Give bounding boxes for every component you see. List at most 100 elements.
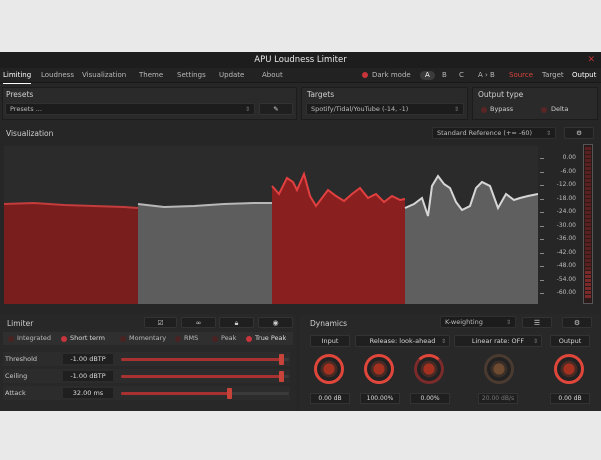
menu-item-loudness[interactable]: Loudness <box>41 68 74 83</box>
view-output[interactable]: Output <box>572 68 596 83</box>
scale-label: -42.00 <box>556 249 576 256</box>
ceiling-slider-handle[interactable] <box>278 371 284 382</box>
reference-value: Standard Reference (+= -60) <box>437 129 533 137</box>
mode-radio-short-term[interactable] <box>61 335 67 342</box>
view-source[interactable]: Source <box>509 68 533 83</box>
reference-dropdown[interactable]: Standard Reference (+= -60) ⇕ <box>432 127 556 139</box>
attack-slider-handle[interactable] <box>226 388 232 399</box>
meter-segment <box>585 207 591 210</box>
dynamics-title: Dynamics <box>310 319 347 328</box>
mode-radio-true-peak[interactable] <box>246 335 252 342</box>
threshold-value[interactable]: -1.00 dBTP <box>63 354 113 364</box>
ab-button-b[interactable]: B <box>442 68 447 83</box>
attack-row: Attack 32.00 ms <box>3 386 290 400</box>
dynamics-section: Dynamics K-weighting ⇕ ☰ ⚙ Input Release:… <box>300 314 600 411</box>
mode-short-term[interactable]: Short term <box>70 333 105 344</box>
menu-item-theme[interactable]: Theme <box>139 68 163 83</box>
mode-radio-rms[interactable] <box>175 335 181 342</box>
menu-item-visualization[interactable]: Visualization <box>82 68 126 83</box>
linear-rate-value[interactable]: 20.00 dB/s <box>478 393 518 404</box>
meter-segment <box>585 175 591 178</box>
output-type-title: Output type <box>478 90 524 99</box>
mode-radio-peak[interactable] <box>212 335 218 342</box>
mode-radio-integrated[interactable] <box>8 335 14 342</box>
targets-title: Targets <box>307 90 335 99</box>
attack-slider[interactable] <box>121 388 289 399</box>
edit-preset-button[interactable]: ✎ <box>259 103 293 115</box>
bypass-label: Bypass <box>490 105 514 113</box>
close-icon[interactable]: ✕ <box>587 52 595 68</box>
scale-label: -12.00 <box>556 181 576 188</box>
weighting-dropdown[interactable]: K-weighting ⇕ <box>440 316 516 328</box>
input-header-label: Input <box>321 337 339 345</box>
ceiling-value[interactable]: -1.00 dBTP <box>63 371 113 381</box>
link-icon: ∞ <box>195 319 202 327</box>
ceiling-label: Ceiling <box>5 372 28 380</box>
mix-value[interactable]: 0.00% <box>410 393 450 404</box>
mode-true-peak[interactable]: True Peak <box>255 333 286 344</box>
input-value[interactable]: 0.00 dB <box>310 393 350 404</box>
bypass-radio[interactable] <box>481 107 487 113</box>
output-value[interactable]: 0.00 dB <box>550 393 590 404</box>
loudness-graph-svg <box>3 171 539 304</box>
checkbox-icon: ☑ <box>157 319 164 327</box>
ab-copy-button[interactable]: A › B <box>478 68 495 83</box>
view-target[interactable]: Target <box>542 68 564 83</box>
mode-radio-momentary[interactable] <box>120 335 126 342</box>
attack-value[interactable]: 32.00 ms <box>63 388 113 398</box>
meter-segment <box>585 275 591 278</box>
db-scale: 0.00 -6.00 -12.00 -18.00 -24.00 -30.00 -… <box>540 146 580 304</box>
release-knob[interactable] <box>364 354 394 384</box>
menu-item-settings[interactable]: Settings <box>177 68 206 83</box>
meter-segment <box>585 239 591 242</box>
limiter-link-button[interactable]: ∞ <box>181 317 216 328</box>
targets-dropdown[interactable]: Spotify/Tidal/YouTube (-14, -1) ⇕ <box>306 103 464 115</box>
presets-dropdown[interactable]: Presets ... ⇕ <box>5 103 255 115</box>
updown-icon: ⇕ <box>505 319 511 326</box>
meter-segment <box>585 155 591 158</box>
limiter-lock-button[interactable]: 🔒︎ <box>219 317 254 328</box>
threshold-slider[interactable] <box>121 354 289 365</box>
threshold-slider-fill <box>121 358 281 361</box>
dark-mode-toggle[interactable] <box>362 72 368 78</box>
threshold-slider-handle[interactable] <box>278 354 284 365</box>
mode-momentary[interactable]: Momentary <box>129 333 166 344</box>
threshold-label: Threshold <box>5 355 38 363</box>
meter-segment <box>585 243 591 246</box>
release-value[interactable]: 100.00% <box>360 393 400 404</box>
mode-peak[interactable]: Peak <box>221 333 236 344</box>
output-gain-knob[interactable] <box>554 354 584 384</box>
presets-value: Presets ... <box>10 105 42 113</box>
updown-icon: ⇕ <box>440 338 446 345</box>
linear-rate-knob[interactable] <box>484 354 514 384</box>
meter-segment <box>585 279 591 282</box>
updown-icon: ⇕ <box>532 338 538 345</box>
release-header[interactable]: Release: look-ahead ⇕ <box>355 335 450 347</box>
mode-integrated[interactable]: Integrated <box>17 333 51 344</box>
output-header-label: Output <box>558 337 582 345</box>
mix-knob[interactable] <box>414 354 444 384</box>
scale-dash <box>540 226 544 227</box>
input-gain-knob[interactable] <box>314 354 344 384</box>
menu-item-limiting[interactable]: Limiting <box>3 68 32 84</box>
visualization-title: Visualization <box>6 129 54 138</box>
limiter-view-button[interactable]: ◉ <box>258 317 293 328</box>
meter-segment <box>585 251 591 254</box>
limiter-enable-button[interactable]: ☑ <box>144 317 177 328</box>
delta-radio[interactable] <box>541 107 547 113</box>
menu-item-update[interactable]: Update <box>219 68 244 83</box>
ab-button-c[interactable]: C <box>459 68 464 83</box>
menu-item-about[interactable]: About <box>262 68 283 83</box>
dynamics-sliders-button[interactable]: ☰ <box>522 317 552 328</box>
scale-dash <box>540 212 544 213</box>
mode-rms[interactable]: RMS <box>184 333 198 344</box>
ab-button-a[interactable]: A <box>425 68 430 83</box>
pencil-icon: ✎ <box>273 105 279 113</box>
linear-rate-header[interactable]: Linear rate: OFF ⇕ <box>454 335 542 347</box>
ceiling-slider[interactable] <box>121 371 289 382</box>
attack-slider-fill <box>121 392 229 395</box>
visualization-settings-button[interactable]: ⚙ <box>564 127 594 139</box>
meter-segment <box>585 283 591 286</box>
dynamics-settings-button[interactable]: ⚙ <box>562 317 592 328</box>
scale-label: -60.00 <box>556 289 576 296</box>
